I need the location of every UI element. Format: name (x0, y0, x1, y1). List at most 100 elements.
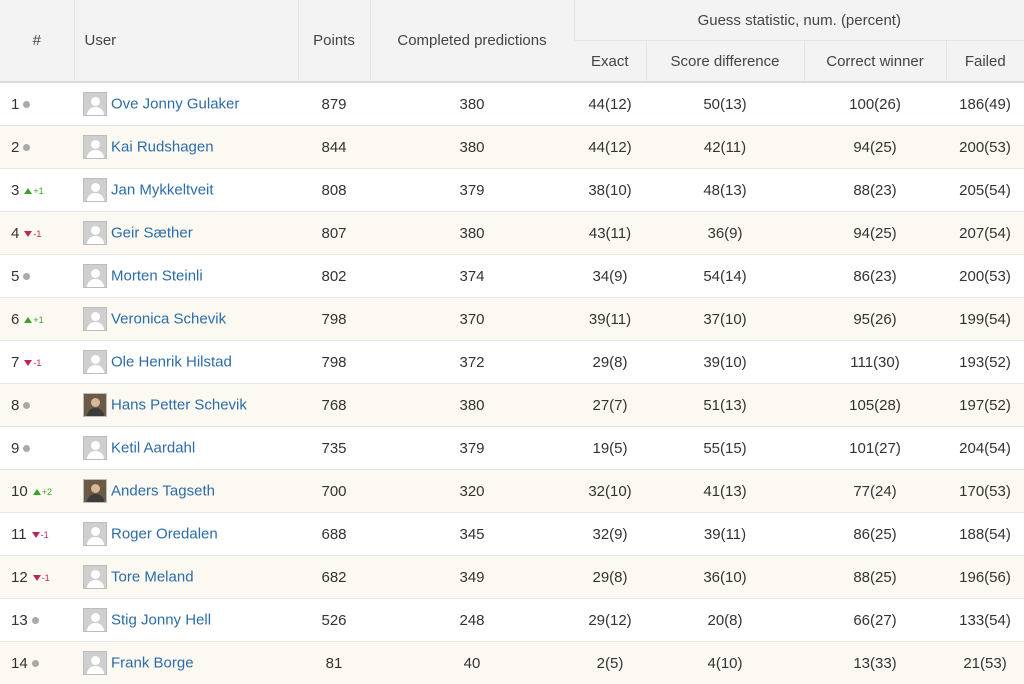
user-placeholder-icon[interactable] (83, 522, 107, 546)
rank-number: 14 (11, 655, 28, 672)
user-placeholder-icon[interactable] (83, 436, 107, 460)
exact-cell: 43(11) (574, 212, 646, 255)
score-difference-cell: 48(13) (646, 169, 804, 212)
points-cell: 526 (298, 599, 370, 642)
rank-cell: 10 +2 (0, 470, 74, 513)
score-difference-cell: 41(13) (646, 470, 804, 513)
user-cell: Ole Henrik Hilstad (74, 341, 298, 384)
rank-delta: +1 (33, 315, 43, 325)
user-placeholder-icon[interactable] (83, 565, 107, 589)
exact-column-header[interactable]: Exact (574, 41, 646, 83)
table-row: 1 Ove Jonny Gulaker 879 380 44(12) 50(13… (0, 82, 1024, 126)
user-name-link[interactable]: Jan Mykkeltveit (111, 182, 214, 199)
user-cell: Stig Jonny Hell (74, 599, 298, 642)
user-column-header[interactable]: User (74, 0, 298, 82)
failed-cell: 205(54) (946, 169, 1024, 212)
rank-number: 8 (11, 397, 19, 414)
correct-winner-cell: 86(23) (804, 255, 946, 298)
rank-down-icon: -1 (24, 229, 41, 239)
user-placeholder-icon[interactable] (83, 608, 107, 632)
points-cell: 798 (298, 298, 370, 341)
user-name-link[interactable]: Anders Tagseth (111, 483, 215, 500)
user-cell: Jan Mykkeltveit (74, 169, 298, 212)
user-name-link[interactable]: Frank Borge (111, 655, 194, 672)
user-cell: Tore Meland (74, 556, 298, 599)
user-name-link[interactable]: Veronica Schevik (111, 311, 226, 328)
rank-up-icon: +2 (33, 487, 52, 497)
user-name-link[interactable]: Stig Jonny Hell (111, 612, 211, 629)
rank-number: 3 (11, 182, 19, 199)
completed-predictions-cell: 380 (370, 212, 574, 255)
user-photo-avatar[interactable] (83, 479, 107, 503)
user-placeholder-icon[interactable] (83, 221, 107, 245)
failed-cell: 204(54) (946, 427, 1024, 470)
points-column-header[interactable]: Points (298, 0, 370, 82)
user-placeholder-icon[interactable] (83, 178, 107, 202)
points-cell: 798 (298, 341, 370, 384)
exact-cell: 39(11) (574, 298, 646, 341)
user-placeholder-icon[interactable] (83, 135, 107, 159)
rank-delta: +1 (33, 186, 43, 196)
user-placeholder-icon[interactable] (83, 651, 107, 675)
rank-number: 10 (11, 483, 28, 500)
points-cell: 682 (298, 556, 370, 599)
rank-down-icon: -1 (24, 358, 41, 368)
correct-winner-column-header[interactable]: Correct winner (804, 41, 946, 83)
user-cell: Ove Jonny Gulaker (74, 82, 298, 126)
table-body: 1 Ove Jonny Gulaker 879 380 44(12) 50(13… (0, 82, 1024, 684)
user-cell: Roger Oredalen (74, 513, 298, 556)
rank-column-header[interactable]: # (0, 0, 74, 82)
user-name-link[interactable]: Kai Rudshagen (111, 139, 214, 156)
score-difference-column-header[interactable]: Score difference (646, 41, 804, 83)
arrow-up-icon (24, 317, 32, 323)
exact-cell: 29(8) (574, 341, 646, 384)
table-row: 13 Stig Jonny Hell 526 248 29(12) 20(8) … (0, 599, 1024, 642)
no-change-dot-icon (23, 101, 30, 108)
rank-delta: -1 (33, 358, 41, 368)
score-difference-cell: 39(10) (646, 341, 804, 384)
correct-winner-cell: 100(26) (804, 82, 946, 126)
rank-cell: 1 (0, 82, 74, 126)
user-placeholder-icon[interactable] (83, 264, 107, 288)
failed-cell: 21(53) (946, 642, 1024, 684)
user-name-link[interactable]: Ove Jonny Gulaker (111, 96, 239, 113)
user-name-link[interactable]: Hans Petter Schevik (111, 397, 247, 414)
rank-cell: 7-1 (0, 341, 74, 384)
completed-predictions-cell: 374 (370, 255, 574, 298)
user-name-link[interactable]: Ole Henrik Hilstad (111, 354, 232, 371)
failed-cell: 188(54) (946, 513, 1024, 556)
user-name-link[interactable]: Geir Sæther (111, 225, 193, 242)
score-difference-cell: 36(10) (646, 556, 804, 599)
failed-cell: 193(52) (946, 341, 1024, 384)
rank-delta: -1 (33, 229, 41, 239)
user-name-link[interactable]: Roger Oredalen (111, 526, 218, 543)
completed-predictions-column-header[interactable]: Completed predictions (370, 0, 574, 82)
exact-cell: 2(5) (574, 642, 646, 684)
user-placeholder-icon[interactable] (83, 307, 107, 331)
correct-winner-cell: 88(23) (804, 169, 946, 212)
rank-cell: 13 (0, 599, 74, 642)
user-cell: Kai Rudshagen (74, 126, 298, 169)
exact-cell: 19(5) (574, 427, 646, 470)
rank-cell: 2 (0, 126, 74, 169)
user-cell: Hans Petter Schevik (74, 384, 298, 427)
rank-number: 2 (11, 139, 19, 156)
failed-column-header[interactable]: Failed (946, 41, 1024, 83)
score-difference-cell: 20(8) (646, 599, 804, 642)
points-cell: 879 (298, 82, 370, 126)
user-name-link[interactable]: Morten Steinli (111, 268, 203, 285)
score-difference-cell: 37(10) (646, 298, 804, 341)
table-row: 14 Frank Borge 81 40 2(5) 4(10) 13(33) 2… (0, 642, 1024, 684)
user-photo-avatar[interactable] (83, 393, 107, 417)
user-name-link[interactable]: Tore Meland (111, 569, 194, 586)
correct-winner-cell: 95(26) (804, 298, 946, 341)
completed-predictions-cell: 372 (370, 341, 574, 384)
no-change-dot-icon (32, 660, 39, 667)
rank-number: 1 (11, 96, 19, 113)
table-row: 12-1 Tore Meland 682 349 29(8) 36(10) 88… (0, 556, 1024, 599)
user-placeholder-icon[interactable] (83, 92, 107, 116)
score-difference-cell: 50(13) (646, 82, 804, 126)
user-name-link[interactable]: Ketil Aardahl (111, 440, 195, 457)
rank-cell: 3 +1 (0, 169, 74, 212)
user-placeholder-icon[interactable] (83, 350, 107, 374)
